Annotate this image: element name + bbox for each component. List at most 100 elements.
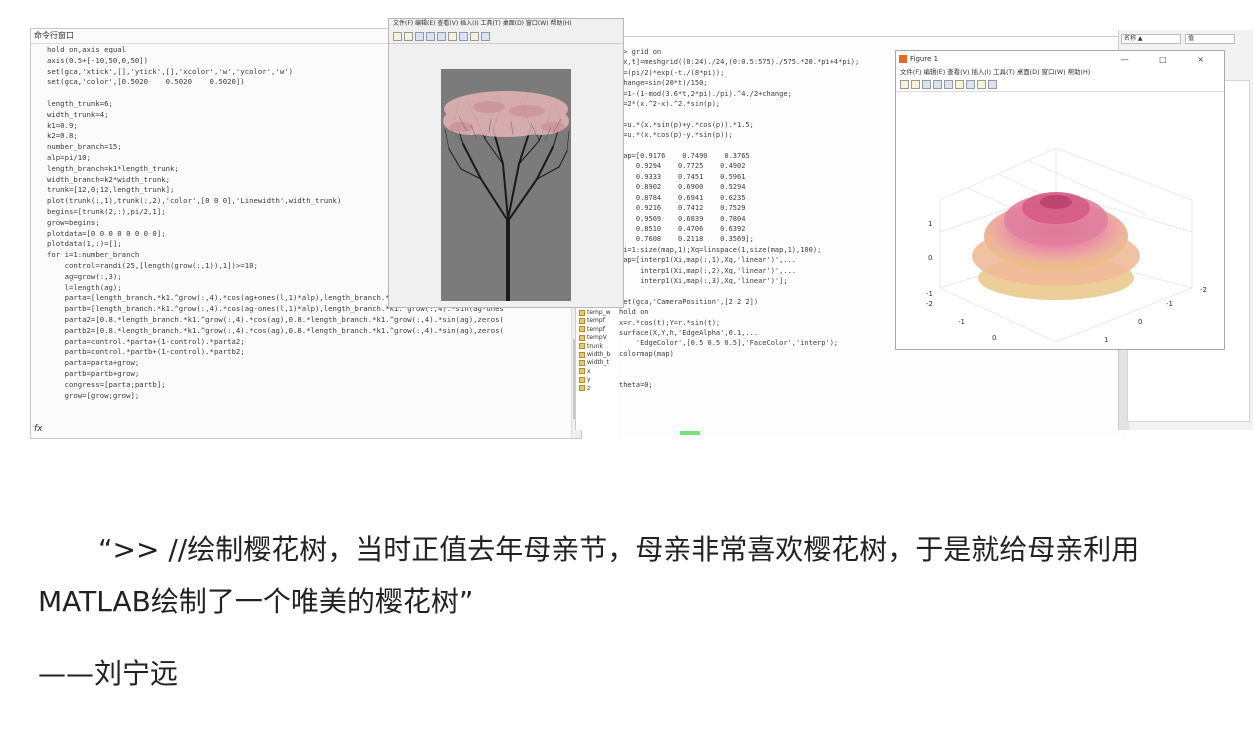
code2-line: h=u.*(x.*cos(p)-y.*sin(p));	[619, 131, 733, 140]
code2-line: r=u.*(x.*sin(p)+y.*cos(p)).*1.5;	[619, 120, 754, 129]
y-tick-neg1: -1	[1166, 300, 1173, 308]
code-listing-2[interactable]: >> grid on [x,t]=meshgrid((0:24)./24,(0:0…	[619, 47, 859, 390]
z-tick-1: 1	[928, 220, 932, 228]
value-column-header[interactable]: 值	[1185, 34, 1235, 44]
fx-icon: fx	[34, 424, 43, 434]
code-line: parta2=[0.8.*length_branch.*k1.^grow(:,4…	[47, 314, 504, 324]
y-tick-neg2: -2	[1200, 286, 1207, 294]
code2-line: colormap(map)	[619, 349, 674, 358]
quote-text: “>> //绘制樱花树，当时正值去年母亲节，母亲非常喜欢樱花树，于是就给母亲利用…	[38, 533, 1140, 618]
code2-line: theta=0;	[619, 381, 653, 389]
matlab-screenshot: 命令行窗口 hold on,axis equal axis(0.5+[-10,50…	[0, 0, 1253, 444]
tree-figure-toolbar	[389, 29, 623, 44]
x-tick-neg1: -1	[958, 318, 965, 326]
code2-line: 0.8510 0.4706 0.6392	[619, 224, 746, 233]
colorbar-icon[interactable]	[966, 79, 975, 89]
variable-icon	[579, 368, 585, 375]
window-controls[interactable]: — □ ×	[1121, 55, 1218, 64]
variable-icon	[579, 309, 585, 316]
rose-3d-plot: 1 0 -1 -2 -1 0 1 2 2 1 0 -1 -2	[926, 147, 1207, 364]
code2-line: change=sin(20*t)/150;	[619, 79, 708, 88]
code2-line: interp1(Xi,map(:,3),Xq,'linear')'];	[619, 276, 788, 285]
panel-icon[interactable]	[481, 31, 490, 41]
panel-icon[interactable]	[988, 79, 997, 89]
code2-line: 0.9294 0.7725 0.4902	[619, 162, 746, 171]
code2-line	[619, 109, 859, 119]
variable-icon	[579, 351, 585, 358]
x-tick-neg2: -2	[926, 300, 933, 308]
right-panel-header: 名称 ▲ 值	[1119, 30, 1253, 48]
workspace-item-label: y	[587, 376, 591, 384]
figure1-window[interactable]: Figure 1 — □ × 文件(F) 编辑(E) 查看(V) 插入(I) 工…	[895, 50, 1225, 364]
quote-author: ——刘宁远	[38, 657, 179, 690]
workspace-item-label: temp_w	[587, 309, 611, 317]
code2-line: u=1-(1-mod(3.6*t,2*pi)./pi).^4./2+change…	[619, 89, 792, 98]
new-file-icon[interactable]	[393, 31, 402, 41]
open-folder-icon[interactable]	[404, 31, 413, 41]
code2-line: set(gca,'CameraPosition',[2 2 2])	[619, 297, 759, 306]
cherry-tree-plot	[441, 69, 571, 301]
pointer-icon[interactable]	[977, 79, 986, 89]
code2-line	[619, 359, 859, 369]
code2-line: surface(X,Y,h,'EdgeAlpha',0.1,...	[619, 328, 759, 337]
figure1-title: Figure 1	[910, 55, 939, 63]
data-cursor-icon[interactable]	[448, 31, 457, 41]
pointer-icon[interactable]	[470, 31, 479, 41]
save-icon[interactable]	[922, 79, 931, 89]
open-folder-icon[interactable]	[911, 79, 920, 89]
data-cursor-icon[interactable]	[955, 79, 964, 89]
code-line: parta=parta+grow;	[47, 358, 140, 368]
code-line: partb2=[0.8.*length_branch.*k1.^grow(:,4…	[47, 325, 504, 335]
code-line: parta=control.*parta+(1-control).*parta2…	[47, 336, 245, 346]
variable-icon	[579, 343, 585, 350]
zoom-icon[interactable]	[437, 31, 446, 41]
figure1-menu[interactable]: 文件(F) 编辑(E) 查看(V) 插入(I) 工具(T) 桌面(D) 窗口(W…	[896, 67, 1224, 77]
code2-line: hold on	[619, 308, 649, 317]
zoom-icon[interactable]	[944, 79, 953, 89]
code-line: congress=[parta;partb];	[47, 379, 166, 389]
code2-line: x=r.*cos(t);Y=r.*sin(t);	[619, 318, 721, 327]
code2-line: map=[0.9176 0.7490 0.3765	[619, 152, 750, 161]
code2-line	[619, 141, 859, 151]
colorbar-icon[interactable]	[459, 31, 468, 41]
code2-line: p=(pi/2)*exp(-t./(8*pi));	[619, 68, 725, 77]
y-tick-1: 1	[1104, 336, 1108, 344]
tree-figure-window[interactable]: 文件(F) 编辑(E) 查看(V) 插入(I) 工具(T) 桌面(D) 窗口(W…	[388, 18, 624, 308]
workspace-item-label: tempf	[587, 317, 605, 325]
code2-line: Xi=1:size(map,1);Xq=linspace(1,size(map,…	[619, 245, 822, 254]
y-tick-0: 0	[1138, 318, 1142, 326]
code2-line: map=[interp1(Xi,map(:,1),Xq,'linear')',.…	[619, 256, 797, 265]
code2-line: >> grid on	[619, 48, 662, 56]
code2-line: y=2*(x.^2-x).^2.*sin(p);	[619, 100, 721, 109]
code2-line	[619, 286, 859, 296]
workspace-item-label: tempf	[587, 325, 605, 333]
code2-line: 0.9569 0.6039 0.7804	[619, 214, 746, 223]
print-icon[interactable]	[933, 79, 942, 89]
code2-line: 'EdgeColor',[0.5 0.5 0.5],'FaceColor','i…	[619, 339, 839, 348]
workspace-item-label: trunk	[587, 342, 603, 350]
print-icon[interactable]	[426, 31, 435, 41]
code2-line: 0.7608 0.2118 0.3569];	[619, 235, 754, 244]
z-tick-neg1: -1	[926, 290, 933, 298]
code-line: partb=partb+grow;	[47, 368, 140, 378]
workspace-item-label: width_b	[587, 351, 611, 359]
code2-line: 0.8784 0.6941 0.6235	[619, 193, 746, 202]
tree-figure-menu[interactable]: 文件(F) 编辑(E) 查看(V) 插入(I) 工具(T) 桌面(D) 窗口(W…	[389, 19, 623, 29]
new-file-icon[interactable]	[900, 79, 909, 89]
code-line: partb=control.*partb+(1-control).*partb2…	[47, 347, 245, 357]
code2-line: 0.9333 0.7451 0.5961	[619, 172, 746, 181]
z-tick-0: 0	[928, 254, 932, 262]
x-tick-0: 0	[992, 334, 996, 342]
save-icon[interactable]	[415, 31, 424, 41]
workspace-item-label: z	[587, 384, 591, 392]
code-line: grow=[grow;grow];	[47, 390, 140, 400]
figure1-toolbar	[896, 77, 1224, 92]
workspace-item-label: width_t	[587, 359, 609, 367]
variable-icon	[579, 376, 585, 383]
variable-icon	[579, 326, 585, 333]
progress-indicator	[680, 431, 700, 435]
variable-icon	[579, 334, 585, 341]
name-column-header[interactable]: 名称 ▲	[1121, 34, 1181, 44]
matlab-logo-icon	[899, 55, 907, 63]
workspace-item-label: x	[587, 367, 591, 375]
